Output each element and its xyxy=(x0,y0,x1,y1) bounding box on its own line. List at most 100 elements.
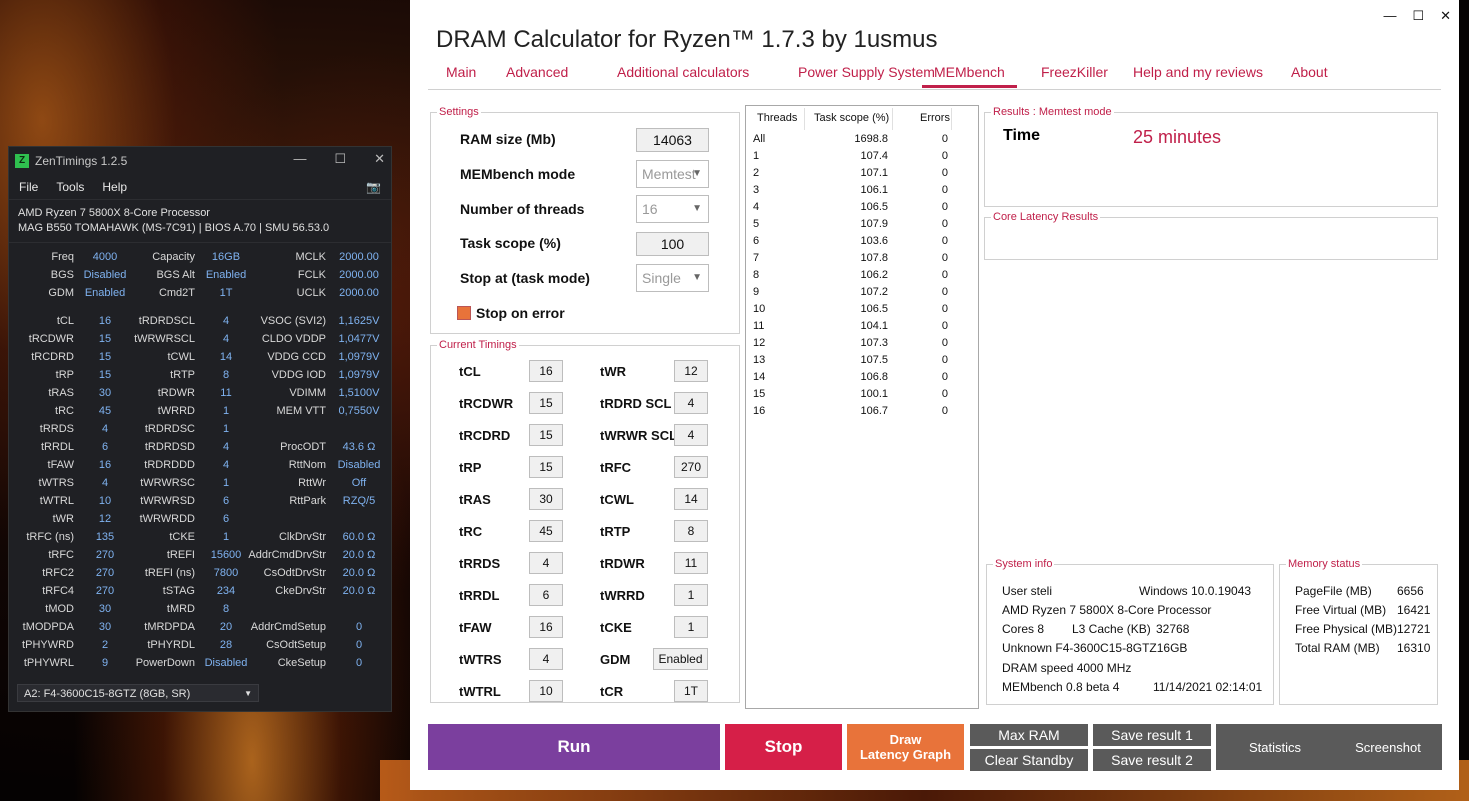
zt-label: tRDRDSCL xyxy=(138,315,195,327)
zt-row: tCL 16 tRDRDSCL 4 VSOC (SVI2) 1,1625V xyxy=(9,315,391,333)
zt-label: tREFI xyxy=(166,549,195,561)
stop-at-select[interactable]: Single ▼ xyxy=(636,264,709,292)
menu-tools[interactable]: Tools xyxy=(56,180,84,194)
zt-value: Disabled xyxy=(83,269,127,281)
core-latency-title: Core Latency Results xyxy=(991,211,1101,223)
zt-value: 0 xyxy=(355,639,363,651)
timing-value: 6 xyxy=(529,584,563,606)
table-cell: 0 xyxy=(941,388,948,400)
sysinfo-os: Windows 10.0.19043 xyxy=(1139,584,1252,598)
zt-row: tRP 15 tRTP 8 VDDG IOD 1,0979V xyxy=(9,369,391,387)
screenshot-button[interactable]: Screenshot xyxy=(1334,724,1442,770)
tab-additional-calculators[interactable]: Additional calculators xyxy=(617,64,749,80)
zt-row: tMOD 30 tMRD 8 xyxy=(9,603,391,621)
sysinfo-version: MEMbench 0.8 beta 4 xyxy=(1002,680,1120,694)
zt-label: CkeSetup xyxy=(277,657,326,669)
col-task-scope: Task scope (%) xyxy=(814,112,890,124)
ram-size-label: RAM size (Mb) xyxy=(460,131,556,147)
zt-label: CsOdtSetup xyxy=(266,639,326,651)
draw-latency-graph-button[interactable]: Draw Latency Graph xyxy=(847,724,964,770)
tab-membench[interactable]: MEMbench xyxy=(922,64,1017,88)
table-cell: 106.5 xyxy=(860,201,888,213)
clear-standby-button[interactable]: Clear Standby xyxy=(970,749,1088,771)
stop-on-error-checkbox[interactable] xyxy=(457,306,471,320)
table-cell: 5 xyxy=(753,218,760,230)
table-cell: 0 xyxy=(941,150,948,162)
close-icon[interactable]: ✕ xyxy=(374,151,385,167)
zt-row: tRFC4 270 tSTAG 234 CkeDrvStr 20.0 Ω xyxy=(9,585,391,603)
sysinfo-user: User steli xyxy=(1002,584,1053,598)
table-cell: 0 xyxy=(941,201,948,213)
zt-value: 1T xyxy=(219,287,233,299)
minimize-icon[interactable]: — xyxy=(1383,8,1396,24)
maximize-icon[interactable]: ☐ xyxy=(1412,8,1424,24)
run-button[interactable]: Run xyxy=(428,724,720,770)
table-cell: 100.1 xyxy=(860,388,888,400)
table-cell: 0 xyxy=(941,371,948,383)
time-label: Time xyxy=(1003,127,1041,144)
zt-label: tRDRDSC xyxy=(144,423,195,435)
table-row: 14 106.8 0 xyxy=(746,371,978,388)
maximize-icon[interactable]: ☐ xyxy=(334,151,346,167)
zt-label: tWR xyxy=(52,513,74,525)
zt-label: GDM xyxy=(48,287,74,299)
close-icon[interactable]: ✕ xyxy=(1440,8,1451,24)
table-cell: 107.3 xyxy=(860,337,888,349)
save-result-1-button[interactable]: Save result 1 xyxy=(1093,724,1211,746)
menu-help[interactable]: Help xyxy=(102,180,127,194)
tab-main[interactable]: Main xyxy=(446,64,476,80)
zt-value: 30 xyxy=(98,387,112,399)
menu-file[interactable]: File xyxy=(19,180,38,194)
save-result-2-button[interactable]: Save result 2 xyxy=(1093,749,1211,771)
module-select[interactable]: A2: F4-3600C15-8GTZ (8GB, SR) ▼ xyxy=(17,684,259,702)
timing-value: 10 xyxy=(529,680,563,702)
time-value: 25 minutes xyxy=(1133,127,1222,147)
tab-power-supply-system[interactable]: Power Supply System xyxy=(798,64,935,80)
statistics-button[interactable]: Statistics xyxy=(1216,724,1334,770)
table-cell: 4 xyxy=(753,201,760,213)
memory-status-label: Free Physical (MB) xyxy=(1295,622,1398,636)
zt-label: tSTAG xyxy=(162,585,195,597)
minimize-icon[interactable]: — xyxy=(293,151,306,167)
tab-freezkiller[interactable]: FreezKiller xyxy=(1041,64,1108,80)
tab-advanced[interactable]: Advanced xyxy=(506,64,568,80)
zt-value: 16 xyxy=(98,459,112,471)
table-cell: 0 xyxy=(941,252,948,264)
zt-value: 4 xyxy=(222,315,230,327)
chevron-down-icon: ▼ xyxy=(692,168,702,179)
stop-button[interactable]: Stop xyxy=(725,724,842,770)
zt-board-info: MAG B550 TOMAHAWK (MS-7C91) | BIOS A.70 … xyxy=(18,222,330,234)
membench-mode-select[interactable]: Memtest ▼ xyxy=(636,160,709,188)
zt-row: tFAW 16 tRDRDDD 4 RttNom Disabled xyxy=(9,459,391,477)
zt-label: tPHYRDL xyxy=(147,639,195,651)
table-cell: 6 xyxy=(753,235,760,247)
timing-label: tCWL xyxy=(600,492,634,507)
table-row: 2 107.1 0 xyxy=(746,167,978,184)
table-row: 7 107.8 0 xyxy=(746,252,978,269)
tab-about[interactable]: About xyxy=(1291,64,1328,80)
membench-mode-value: Memtest xyxy=(642,166,696,182)
zt-label: tRAS xyxy=(48,387,74,399)
ram-size-field[interactable]: 14063 xyxy=(636,128,709,152)
zt-row: tWTRL 10 tWRWRSD 6 RttPark RZQ/5 xyxy=(9,495,391,513)
table-cell: 106.5 xyxy=(860,303,888,315)
threads-select[interactable]: 16 ▼ xyxy=(636,195,709,223)
table-cell: 107.1 xyxy=(860,167,888,179)
zt-value: 8 xyxy=(222,603,230,615)
zt-value: 4000 xyxy=(92,251,118,263)
zt-value: 12 xyxy=(98,513,112,525)
zt-system-info: AMD Ryzen 7 5800X 8-Core Processor MAG B… xyxy=(9,199,391,243)
table-row: 10 106.5 0 xyxy=(746,303,978,320)
zt-value: 60.0 Ω xyxy=(342,531,376,543)
table-cell: 8 xyxy=(753,269,760,281)
max-ram-button[interactable]: Max RAM xyxy=(970,724,1088,746)
camera-icon[interactable]: 📷 xyxy=(366,180,381,194)
task-scope-field[interactable]: 100 xyxy=(636,232,709,256)
tab-help-reviews[interactable]: Help and my reviews xyxy=(1133,64,1263,80)
zt-value: 15 xyxy=(98,369,112,381)
timing-value: 11 xyxy=(674,552,708,574)
table-cell: 0 xyxy=(941,354,948,366)
table-row: 4 106.5 0 xyxy=(746,201,978,218)
zt-row: GDM Enabled Cmd2T 1T UCLK 2000.00 xyxy=(9,287,391,305)
zt-value: 1,0979V xyxy=(338,351,380,363)
